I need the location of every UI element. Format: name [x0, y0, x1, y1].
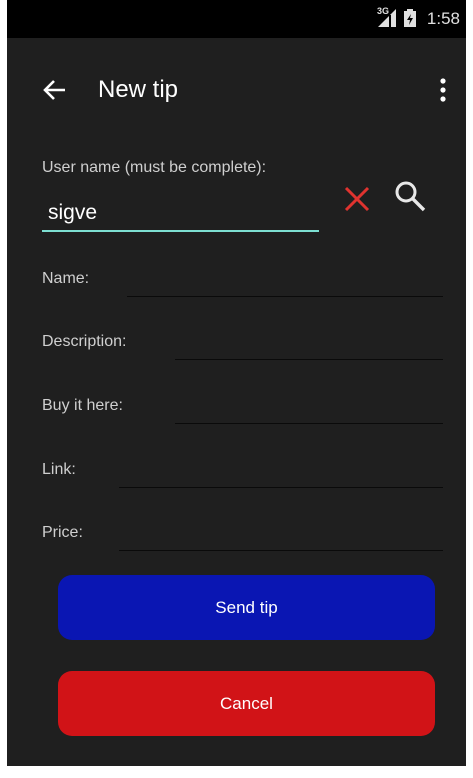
arrow-left-icon[interactable] [41, 76, 69, 104]
description-label: Description: [42, 333, 127, 350]
close-icon[interactable] [341, 183, 373, 215]
page-title: New tip [98, 76, 179, 103]
app-bar: New tip [7, 38, 466, 138]
buy-it-here-field-row: Buy it here: [42, 391, 443, 425]
description-input[interactable] [175, 327, 443, 360]
send-tip-button[interactable]: Send tip [58, 575, 435, 640]
more-vertical-icon[interactable] [436, 76, 450, 104]
buy-it-here-label: Buy it here: [42, 397, 123, 414]
buy-it-here-input[interactable] [175, 391, 443, 424]
cancel-button[interactable]: Cancel [58, 671, 435, 736]
name-label: Name: [42, 270, 90, 287]
app-screen: 3G 1:58 New tip User name (must be compl… [7, 0, 466, 766]
status-bar: 3G 1:58 [7, 0, 466, 38]
description-field-row: Description: [42, 327, 443, 361]
price-label: Price: [42, 524, 83, 541]
user-name-input[interactable] [42, 190, 319, 232]
battery-icon [404, 9, 416, 27]
search-icon[interactable] [393, 179, 427, 213]
link-label: Link: [42, 461, 76, 478]
name-field-row: Name: [42, 264, 443, 298]
name-input[interactable] [127, 264, 443, 297]
price-input[interactable] [119, 518, 443, 551]
status-time: 1:58 [426, 9, 460, 28]
link-input[interactable] [119, 455, 443, 488]
price-field-row: Price: [42, 518, 443, 552]
signal-icon [378, 9, 396, 27]
user-name-label: User name (must be complete): [42, 159, 267, 176]
link-field-row: Link: [42, 455, 443, 489]
